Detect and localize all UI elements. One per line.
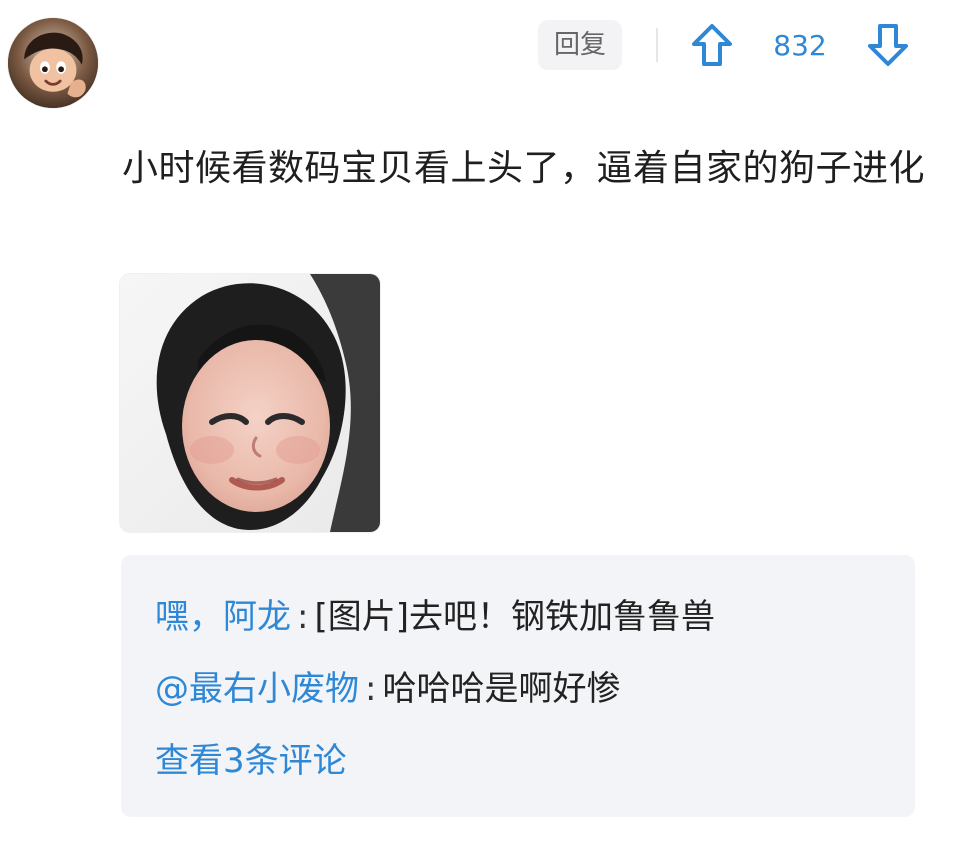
downvote-button[interactable] xyxy=(866,22,910,68)
divider xyxy=(656,28,658,62)
vote-count: 832 xyxy=(773,29,827,62)
reply-content: [图片]去吧！钢铁加鲁鲁兽 xyxy=(314,597,715,637)
avatar[interactable] xyxy=(8,18,98,108)
reply-user-link[interactable]: @最右小废物 xyxy=(155,669,359,709)
comment-image[interactable] xyxy=(120,274,380,532)
colon: : xyxy=(297,597,309,637)
colon: : xyxy=(365,669,377,709)
replies-box: 嘿，阿龙: [图片]去吧！钢铁加鲁鲁兽 @最右小废物: 哈哈哈是啊好惨 查看3条评论 xyxy=(121,555,915,817)
view-more-comments-link[interactable]: 查看3条评论 xyxy=(155,735,347,787)
reply-item: @最右小废物: 哈哈哈是啊好惨 xyxy=(155,663,620,715)
reply-item: 嘿，阿龙: [图片]去吧！钢铁加鲁鲁兽 xyxy=(155,591,715,643)
upvote-button[interactable] xyxy=(690,22,734,68)
reply-button[interactable]: 回复 xyxy=(538,20,622,70)
arrow-up-icon xyxy=(690,22,734,68)
comment-text: 小时候看数码宝贝看上头了，逼着自家的狗子进化 xyxy=(122,148,926,189)
reply-user-link[interactable]: 嘿，阿龙 xyxy=(155,597,291,637)
arrow-down-icon xyxy=(866,22,910,68)
reply-content: 哈哈哈是啊好惨 xyxy=(382,669,621,709)
